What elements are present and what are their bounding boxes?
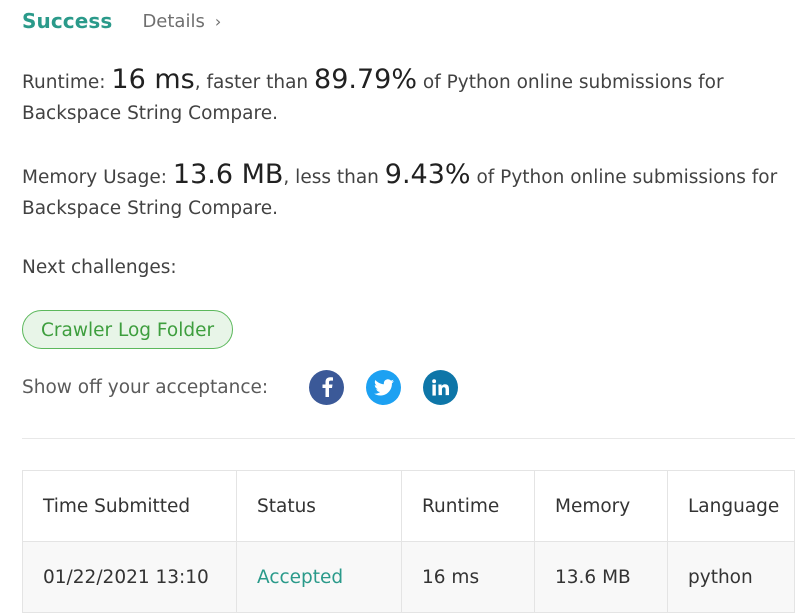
table-header-row: Time Submitted Status Runtime Memory Lan… xyxy=(22,470,795,542)
cell-runtime: 16 ms xyxy=(401,541,535,613)
cell-time-submitted: 01/22/2021 13:10 xyxy=(22,541,237,613)
runtime-label: Runtime: xyxy=(22,72,106,93)
column-header-runtime: Runtime xyxy=(401,470,535,542)
submission-result-panel: Success Details › Runtime: 16 ms, faster… xyxy=(0,0,810,614)
section-divider xyxy=(22,438,795,439)
runtime-comparison: , faster than xyxy=(194,72,309,93)
share-row: Show off your acceptance: xyxy=(22,368,459,406)
result-header: Success Details › xyxy=(22,6,221,36)
challenge-crawler-log-folder[interactable]: Crawler Log Folder xyxy=(22,310,234,349)
cell-language: python xyxy=(667,541,795,613)
column-header-time-submitted: Time Submitted xyxy=(22,470,237,542)
status-accepted-link[interactable]: Accepted xyxy=(257,567,343,588)
cell-status: Accepted xyxy=(236,541,402,613)
runtime-summary: Runtime: 16 ms, faster than 89.79% of Py… xyxy=(22,64,792,129)
details-label: Details xyxy=(142,10,205,32)
status-title: Success xyxy=(22,9,113,33)
twitter-icon[interactable] xyxy=(366,369,402,405)
runtime-percent: 89.79% xyxy=(314,64,417,95)
column-header-status: Status xyxy=(236,470,402,542)
next-challenges-label: Next challenges: xyxy=(22,257,177,278)
memory-comparison: , less than xyxy=(283,167,379,188)
share-label: Show off your acceptance: xyxy=(22,376,269,398)
facebook-icon[interactable] xyxy=(309,369,345,405)
submissions-table: Time Submitted Status Runtime Memory Lan… xyxy=(22,470,795,613)
memory-label: Memory Usage: xyxy=(22,167,167,188)
runtime-value: 16 ms xyxy=(111,64,195,95)
chevron-right-icon: › xyxy=(214,11,222,31)
details-link[interactable]: Details › xyxy=(142,11,221,32)
column-header-language: Language xyxy=(667,470,795,542)
memory-value: 13.6 MB xyxy=(172,159,284,190)
column-header-memory: Memory xyxy=(534,470,668,542)
cell-memory: 13.6 MB xyxy=(534,541,668,613)
table-row: 01/22/2021 13:10 Accepted 16 ms 13.6 MB … xyxy=(22,541,795,613)
linkedin-icon[interactable] xyxy=(423,369,459,405)
memory-summary: Memory Usage: 13.6 MB, less than 9.43% o… xyxy=(22,159,792,224)
memory-percent: 9.43% xyxy=(384,159,471,190)
